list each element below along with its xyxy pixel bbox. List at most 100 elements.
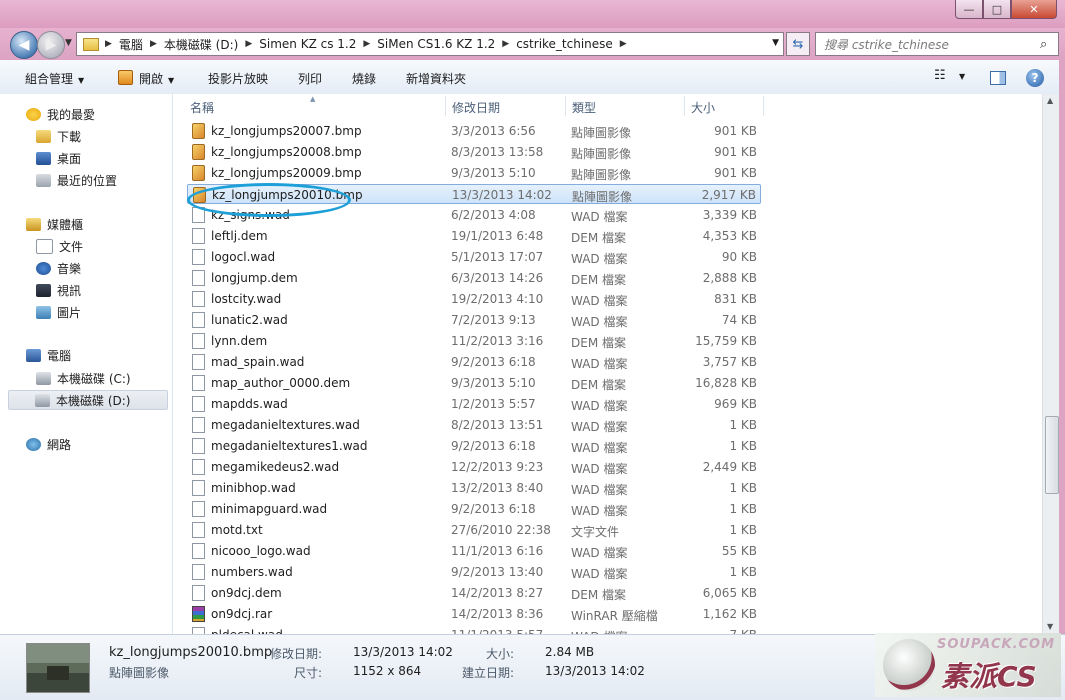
- breadcrumb-simen-cs16[interactable]: SiMen CS1.6 KZ 1.2: [372, 37, 500, 51]
- file-row[interactable]: logocl.wad 5/1/2013 17:07 WAD 檔案 90 KB: [187, 247, 761, 267]
- scroll-down-icon[interactable]: ▼: [1047, 622, 1053, 631]
- file-row[interactable]: longjump.dem 6/3/2013 14:26 DEM 檔案 2,888 KB: [187, 268, 761, 288]
- refresh-button[interactable]: ⇆: [786, 32, 810, 56]
- nav-label: 網路: [47, 437, 72, 452]
- nav-network[interactable]: 網路: [26, 434, 71, 454]
- column-divider[interactable]: [565, 96, 566, 116]
- search-icon[interactable]: ⌕: [1040, 37, 1058, 52]
- column-divider[interactable]: [445, 96, 446, 116]
- view-dropdown-icon[interactable]: ▼: [959, 72, 965, 81]
- file-row[interactable]: mad_spain.wad 9/2/2013 6:18 WAD 檔案 3,757 KB: [187, 352, 761, 372]
- file-row[interactable]: mapdds.wad 1/2/2013 5:57 WAD 檔案 969 KB: [187, 394, 761, 414]
- file-size: 831 KB: [714, 292, 757, 306]
- recent-pages-dropdown-icon[interactable]: ▼: [65, 38, 72, 48]
- breadcrumb-computer[interactable]: 電腦: [114, 36, 148, 53]
- vertical-scrollbar[interactable]: ▲ ▼: [1042, 94, 1060, 634]
- maximize-button[interactable]: □: [983, 0, 1011, 19]
- chevron-right-icon[interactable]: ▶: [243, 39, 254, 49]
- file-row[interactable]: lunatic2.wad 7/2/2013 9:13 WAD 檔案 74 KB: [187, 310, 761, 330]
- chevron-right-icon[interactable]: ▶: [103, 39, 114, 49]
- nav-documents[interactable]: 文件: [36, 236, 83, 256]
- search-box[interactable]: 搜尋 cstrike_tchinese ⌕: [815, 32, 1059, 56]
- file-row[interactable]: numbers.wad 9/2/2013 13:40 WAD 檔案 1 KB: [187, 562, 761, 582]
- details-modified-value[interactable]: 13/3/2013 14:02: [353, 645, 453, 659]
- chevron-right-icon[interactable]: ▶: [618, 39, 629, 49]
- view-options-icon[interactable]: ☷: [934, 68, 952, 84]
- open-button[interactable]: 開啟 ▼: [118, 70, 174, 87]
- file-row[interactable]: kz_longjumps20008.bmp 8/3/2013 13:58 點陣圖影像…: [187, 142, 761, 162]
- file-row[interactable]: on9dcj.dem 14/2/2013 8:27 DEM 檔案 6,065 KB: [187, 583, 761, 603]
- close-button[interactable]: ✕: [1011, 0, 1057, 19]
- file-size: 1 KB: [729, 523, 757, 537]
- desktop-icon: [36, 151, 51, 165]
- details-created-value[interactable]: 13/3/2013 14:02: [545, 664, 645, 678]
- column-size[interactable]: 大小: [691, 99, 715, 116]
- nav-downloads[interactable]: 下載: [36, 126, 81, 146]
- nav-drive-d[interactable]: 本機磁碟 (D:): [8, 390, 168, 410]
- nav-pictures[interactable]: 圖片: [36, 302, 81, 322]
- details-size-value[interactable]: 2.84 MB: [545, 645, 594, 659]
- nav-favorites[interactable]: 我的最愛: [26, 104, 95, 124]
- breadcrumb-drive-d[interactable]: 本機磁碟 (D:): [159, 36, 243, 53]
- help-icon[interactable]: ?: [1026, 69, 1044, 87]
- file-row[interactable]: motd.txt 27/6/2010 22:38 文字文件 1 KB: [187, 520, 761, 540]
- generic-file-icon: [192, 312, 205, 328]
- chevron-right-icon[interactable]: ▶: [500, 39, 511, 49]
- organize-button[interactable]: 組合管理 ▼: [25, 70, 84, 87]
- window-border: [1059, 60, 1065, 699]
- column-name[interactable]: 名稱: [190, 99, 214, 116]
- file-row[interactable]: kz_longjumps20007.bmp 3/3/2013 6:56 點陣圖影像 9…: [187, 121, 761, 141]
- file-row[interactable]: kz_longjumps20009.bmp 9/3/2013 5:10 點陣圖影像 9…: [187, 163, 761, 183]
- nav-videos[interactable]: 視訊: [36, 280, 81, 300]
- file-row[interactable]: on9dcj.rar 14/2/2013 8:36 WinRAR 壓縮檔 1,162 …: [187, 604, 761, 624]
- file-row[interactable]: lostcity.wad 19/2/2013 4:10 WAD 檔案 831 KB: [187, 289, 761, 309]
- minimize-button[interactable]: —: [955, 0, 983, 19]
- file-size: 1,162 KB: [702, 607, 757, 621]
- preview-pane-icon[interactable]: [990, 71, 1006, 85]
- scroll-up-icon[interactable]: ▲: [1047, 96, 1053, 105]
- details-filename: kz_longjumps20010.bmp: [109, 645, 273, 660]
- file-type: WinRAR 壓縮檔: [571, 609, 658, 623]
- address-bar[interactable]: ▶ 電腦 ▶ 本機磁碟 (D:) ▶ Simen KZ cs 1.2 ▶ SiM…: [76, 32, 784, 56]
- forward-button[interactable]: ▶: [37, 31, 65, 59]
- new-folder-button[interactable]: 新增資料夾: [406, 70, 466, 87]
- file-row[interactable]: lynn.dem 11/2/2013 3:16 DEM 檔案 15,759 KB: [187, 331, 761, 351]
- file-size: 1 KB: [729, 418, 757, 432]
- search-input[interactable]: 搜尋 cstrike_tchinese: [816, 36, 1040, 53]
- chevron-right-icon[interactable]: ▶: [361, 39, 372, 49]
- nav-drive-c[interactable]: 本機磁碟 (C:): [36, 368, 131, 388]
- breadcrumb-cstrike[interactable]: cstrike_tchinese: [511, 37, 618, 51]
- column-date[interactable]: 修改日期: [452, 99, 500, 116]
- nav-music[interactable]: 音樂: [36, 258, 81, 278]
- file-name: minibhop.wad: [211, 481, 296, 495]
- details-dimensions-value[interactable]: 1152 x 864: [353, 664, 421, 678]
- print-button[interactable]: 列印: [298, 70, 322, 87]
- nav-libraries[interactable]: 媒體櫃: [26, 214, 83, 234]
- chevron-down-icon: ▼: [78, 76, 85, 85]
- file-row[interactable]: leftlj.dem 19/1/2013 6:48 DEM 檔案 4,353 KB: [187, 226, 761, 246]
- file-row[interactable]: megamikedeus2.wad 12/2/2013 9:23 WAD 檔案 2,4…: [187, 457, 761, 477]
- column-divider[interactable]: [684, 96, 685, 116]
- column-divider[interactable]: [763, 96, 764, 116]
- scrollbar-thumb[interactable]: [1045, 416, 1059, 494]
- file-size: 901 KB: [714, 166, 757, 180]
- network-icon: [26, 437, 41, 451]
- nav-desktop[interactable]: 桌面: [36, 148, 81, 168]
- file-row[interactable]: minibhop.wad 13/2/2013 8:40 WAD 檔案 1 KB: [187, 478, 761, 498]
- column-type[interactable]: 類型: [572, 99, 596, 116]
- chevron-right-icon[interactable]: ▶: [148, 39, 159, 49]
- file-row[interactable]: pldecal.wad11/1/2013 5:57WAD 檔案7 KB: [187, 625, 761, 634]
- file-row[interactable]: megadanieltextures1.wad 9/2/2013 6:18 WAD …: [187, 436, 761, 456]
- nav-computer[interactable]: 電腦: [26, 345, 71, 365]
- slideshow-button[interactable]: 投影片放映: [208, 70, 268, 87]
- breadcrumb-simen-kz[interactable]: Simen KZ cs 1.2: [254, 37, 361, 51]
- file-row[interactable]: minimapguard.wad 9/2/2013 6:18 WAD 檔案 1 KB: [187, 499, 761, 519]
- address-dropdown-icon[interactable]: ▼: [772, 38, 779, 48]
- file-row[interactable]: map_author_0000.dem 9/3/2013 5:10 DEM 檔案 16…: [187, 373, 761, 393]
- file-row[interactable]: nicooo_logo.wad 11/1/2013 6:16 WAD 檔案 55 KB: [187, 541, 761, 561]
- nav-recent[interactable]: 最近的位置: [36, 170, 117, 190]
- file-row[interactable]: megadanieltextures.wad 8/2/2013 13:51 WAD …: [187, 415, 761, 435]
- back-button[interactable]: ◀: [10, 31, 38, 59]
- burn-button[interactable]: 燒錄: [352, 70, 376, 87]
- nav-label: 最近的位置: [57, 173, 118, 188]
